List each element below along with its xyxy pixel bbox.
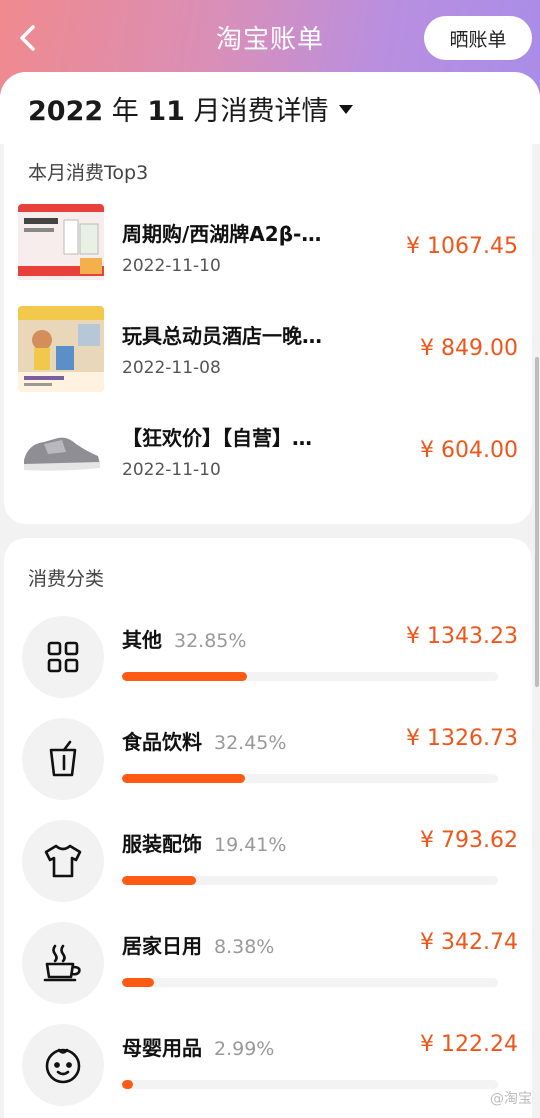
- category-amount: ¥ 122.24: [420, 1032, 518, 1057]
- category-bar-track: [122, 876, 498, 885]
- year-value: 2022: [28, 95, 104, 127]
- product-thumbnail-sneaker: [18, 408, 104, 494]
- category-bar-fill: [122, 876, 196, 885]
- category-title: 消费分类: [28, 568, 105, 590]
- bill-sheet: 2022 年 11 月消费详情 本月消费Top3 周期购/西湖牌A2β-… 20…: [0, 72, 540, 1118]
- drink-cup-icon: [22, 718, 104, 800]
- category-label: 服装配饰 19.41%: [122, 828, 286, 857]
- month-selector[interactable]: 2022 年 11 月消费详情: [0, 72, 540, 144]
- item-date: 2022-11-10: [122, 256, 221, 276]
- top3-card: 本月消费Top3 周期购/西湖牌A2β-… 2022-11-10 ¥ 1067.…: [4, 144, 532, 524]
- category-percent: 2.99%: [214, 1038, 275, 1060]
- category-card: 消费分类 其他 32.85% ¥ 1343.23 食品饮料 32.45% ¥ 1…: [4, 538, 532, 1118]
- category-label: 居家日用 8.38%: [122, 930, 274, 959]
- item-name: 【狂欢价】【自营】…: [122, 426, 312, 450]
- category-label: 其他 32.85%: [122, 624, 246, 653]
- category-bar-fill: [122, 672, 247, 681]
- category-amount: ¥ 1343.23: [406, 624, 518, 649]
- category-label: 食品饮料 32.45%: [122, 726, 286, 755]
- item-price: ¥ 849.00: [420, 336, 518, 361]
- category-row-food-drink[interactable]: 食品饮料 32.45% ¥ 1326.73: [18, 716, 518, 800]
- category-row-other[interactable]: 其他 32.85% ¥ 1343.23: [18, 614, 518, 698]
- month-label: 2022 年 11 月消费详情: [28, 89, 329, 128]
- category-name: 服装配饰: [122, 832, 202, 856]
- item-price: ¥ 1067.45: [406, 234, 518, 259]
- category-row-clothing[interactable]: 服装配饰 19.41% ¥ 793.62: [18, 818, 518, 902]
- watermark: @淘宝: [490, 1091, 532, 1107]
- category-bar-fill: [122, 978, 154, 987]
- top3-title: 本月消费Top3: [28, 162, 149, 184]
- year-unit: 年: [111, 95, 139, 127]
- baby-face-icon: [22, 1024, 104, 1106]
- coffee-mug-icon: [22, 922, 104, 1004]
- category-amount: ¥ 342.74: [420, 930, 518, 955]
- share-bill-button[interactable]: 晒账单: [424, 16, 532, 60]
- category-percent: 8.38%: [214, 936, 275, 958]
- category-percent: 19.41%: [214, 834, 287, 856]
- category-row-household[interactable]: 居家日用 8.38% ¥ 342.74: [18, 920, 518, 1004]
- category-bar-fill: [122, 1080, 134, 1089]
- category-name: 母婴用品: [122, 1036, 202, 1060]
- product-thumbnail-toy-hotel: [18, 306, 104, 392]
- item-price: ¥ 604.00: [420, 438, 518, 463]
- category-percent: 32.85%: [174, 630, 247, 652]
- item-name: 玩具总动员酒店一晚…: [122, 324, 322, 348]
- category-row-baby[interactable]: 母婴用品 2.99% ¥ 122.24: [18, 1022, 518, 1106]
- item-date: 2022-11-10: [122, 460, 221, 480]
- caret-down-icon: [338, 105, 353, 114]
- category-name: 居家日用: [122, 934, 202, 958]
- category-bar-track: [122, 978, 498, 987]
- list-item[interactable]: 玩具总动员酒店一晚… 2022-11-08 ¥ 849.00: [18, 306, 518, 392]
- month-value: 11: [147, 95, 185, 127]
- category-name: 其他: [122, 628, 162, 652]
- category-percent: 32.45%: [214, 732, 287, 754]
- list-item[interactable]: 【狂欢价】【自营】… 2022-11-10 ¥ 604.00: [18, 408, 518, 494]
- category-bar-fill: [122, 774, 246, 783]
- product-thumbnail-milk: [18, 204, 104, 290]
- category-bar-track: [122, 1080, 498, 1089]
- category-amount: ¥ 793.62: [420, 828, 518, 853]
- category-amount: ¥ 1326.73: [406, 726, 518, 751]
- month-suffix: 月消费详情: [193, 95, 329, 127]
- category-bar-track: [122, 774, 498, 783]
- list-item[interactable]: 周期购/西湖牌A2β-… 2022-11-10 ¥ 1067.45: [18, 204, 518, 290]
- category-bar-track: [122, 672, 498, 681]
- grid-icon: [22, 616, 104, 698]
- tshirt-icon: [22, 820, 104, 902]
- scrollbar[interactable]: [535, 357, 539, 687]
- item-date: 2022-11-08: [122, 358, 221, 378]
- category-label: 母婴用品 2.99%: [122, 1032, 274, 1061]
- category-name: 食品饮料: [122, 730, 202, 754]
- item-name: 周期购/西湖牌A2β-…: [122, 222, 322, 246]
